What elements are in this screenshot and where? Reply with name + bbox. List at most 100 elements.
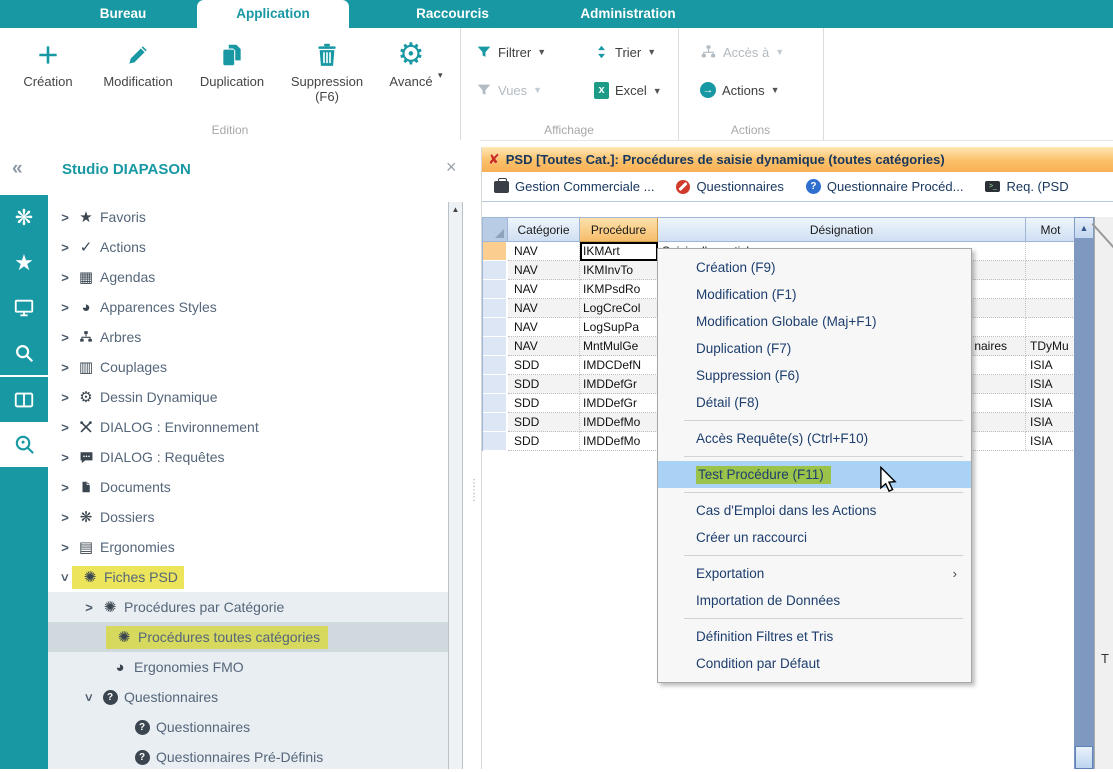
suppression-button[interactable]: Suppression (F6) (278, 34, 376, 104)
menu-item-creation[interactable]: Création (F9) (658, 254, 971, 281)
tree-item-dossiers[interactable]: > ❋ Dossiers (48, 502, 448, 532)
tree-item-fiches-psd[interactable]: > ✺ Fiches PSD (48, 562, 448, 592)
sidebar-collapse-button[interactable]: « (12, 158, 23, 180)
tree-item-questionnaires-group[interactable]: > ? Questionnaires (48, 682, 448, 712)
scroll-up-arrow-icon[interactable]: ▲ (449, 202, 462, 217)
actions-button[interactable]: → Actions ▼ (700, 82, 780, 98)
tab-bureau[interactable]: Bureau (60, 0, 186, 28)
actions-dropdown-caret[interactable]: ▼ (771, 85, 780, 95)
duplication-button[interactable]: Duplication (186, 34, 278, 104)
acces-a-button[interactable]: Accès à ▼ (700, 44, 784, 60)
row-indicator[interactable] (483, 394, 508, 413)
rail-item-monitor[interactable] (0, 285, 48, 330)
chevron-right-icon[interactable]: > (58, 360, 72, 375)
menu-item-modification-globale[interactable]: Modification Globale (Maj+F1) (658, 308, 971, 335)
header-procedure[interactable]: Procédure (580, 218, 658, 242)
chevron-right-icon[interactable]: > (58, 480, 72, 495)
rail-item-pin-search[interactable] (0, 422, 48, 467)
chevron-down-icon[interactable]: > (82, 690, 97, 704)
tab-raccourcis[interactable]: Raccourcis (380, 0, 525, 28)
tree-item-ergonomies[interactable]: > ▤ Ergonomies (48, 532, 448, 562)
menu-item-acces-requetes[interactable]: Accès Requête(s) (Ctrl+F10) (658, 425, 971, 452)
row-indicator[interactable] (483, 356, 508, 375)
rail-item-wheel[interactable]: ❋ (0, 195, 48, 240)
menu-item-creer-raccourci[interactable]: Créer un raccourci (658, 524, 971, 551)
modification-button[interactable]: Modification (90, 34, 186, 104)
excel-button[interactable]: x Excel ▼ (594, 82, 662, 99)
questionnaires-button[interactable]: Questionnaires (676, 179, 783, 194)
chevron-right-icon[interactable]: > (58, 420, 72, 435)
chevron-right-icon[interactable]: > (58, 510, 72, 525)
header-designation[interactable]: Désignation (658, 218, 1026, 242)
chevron-right-icon[interactable]: > (58, 270, 72, 285)
rail-item-favorites[interactable]: ★ (0, 240, 48, 285)
creation-button[interactable]: Création (6, 34, 90, 104)
sidebar-splitter[interactable]: ⋮⋮⋮ (469, 480, 473, 570)
tree-item-procedures-toutes-categories[interactable]: ✺ Procédures toutes catégories (48, 622, 448, 652)
row-indicator[interactable] (483, 242, 508, 261)
grid-vertical-scrollbar[interactable]: ▲ (1074, 217, 1094, 769)
select-all-corner[interactable] (483, 218, 508, 242)
psd-window-titlebar[interactable]: ✘ PSD [Toutes Cat.]: Procédures de saisi… (482, 147, 1113, 173)
row-indicator[interactable] (483, 318, 508, 337)
menu-item-cas-emploi[interactable]: Cas d'Emploi dans les Actions (658, 497, 971, 524)
row-indicator[interactable] (483, 375, 508, 394)
requete-psd-button[interactable]: >_ Req. (PSD (985, 179, 1068, 194)
tree-item-apparences-styles[interactable]: > ◕ Apparences Styles (48, 292, 448, 322)
tree-item-ergonomies-fmo[interactable]: ◕ Ergonomies FMO (48, 652, 448, 682)
scrollbar-thumb[interactable] (1075, 746, 1093, 769)
chevron-right-icon[interactable]: > (58, 390, 72, 405)
chevron-right-icon[interactable]: > (58, 540, 72, 555)
tree-item-dialog-environnement[interactable]: > DIALOG : Environnement (48, 412, 448, 442)
menu-item-detail[interactable]: Détail (F8) (658, 389, 971, 416)
tab-application[interactable]: Application (197, 0, 349, 28)
selected-cell[interactable]: IKMArt (580, 242, 658, 261)
tree-item-documents[interactable]: > Documents (48, 472, 448, 502)
header-mot[interactable]: Mot (1026, 218, 1075, 242)
tree-item-dialog-requetes[interactable]: > DIALOG : Requêtes (48, 442, 448, 472)
chevron-down-icon[interactable]: > (58, 570, 73, 584)
chevron-right-icon[interactable]: > (58, 240, 72, 255)
row-indicator[interactable] (483, 337, 508, 356)
chevron-right-icon[interactable]: > (58, 210, 72, 225)
tab-administration[interactable]: Administration (538, 0, 718, 28)
tree-item-dessin-dynamique[interactable]: > ⚙ Dessin Dynamique (48, 382, 448, 412)
tree-item-questionnaires[interactable]: ? Questionnaires (48, 712, 448, 742)
chevron-right-icon[interactable]: > (58, 450, 72, 465)
chevron-right-icon[interactable]: > (82, 600, 96, 615)
chevron-right-icon[interactable]: > (58, 300, 72, 315)
tree-item-favoris[interactable]: > ★ Favoris (48, 202, 448, 232)
rail-item-columns[interactable] (0, 375, 48, 422)
rail-item-search[interactable] (0, 330, 48, 375)
menu-item-suppression[interactable]: Suppression (F6) (658, 362, 971, 389)
menu-item-definition-filtres[interactable]: Définition Filtres et Tris (658, 623, 971, 650)
filtrer-dropdown-caret[interactable]: ▼ (537, 47, 546, 57)
row-indicator[interactable] (483, 413, 508, 432)
row-indicator[interactable] (483, 299, 508, 318)
tree-item-questionnaires-pre-definis[interactable]: ? Questionnaires Pré-Définis (48, 742, 448, 772)
sidebar-close-button[interactable]: × (446, 157, 457, 178)
avance-dropdown-caret[interactable]: ▾ (438, 70, 443, 81)
header-categorie[interactable]: Catégorie (508, 218, 580, 242)
tree-item-procedures-par-categorie[interactable]: > ✺ Procédures par Catégorie (48, 592, 448, 622)
row-indicator[interactable] (483, 280, 508, 299)
vues-button[interactable]: Vues ▼ (476, 82, 542, 98)
excel-dropdown-caret[interactable]: ▼ (653, 86, 662, 96)
filtrer-button[interactable]: Filtrer ▼ (476, 44, 546, 60)
menu-item-modification[interactable]: Modification (F1) (658, 281, 971, 308)
menu-item-duplication[interactable]: Duplication (F7) (658, 335, 971, 362)
tree-item-arbres[interactable]: > Arbres (48, 322, 448, 352)
gestion-commerciale-button[interactable]: Gestion Commerciale ... (494, 179, 654, 194)
menu-item-test-procedure[interactable]: Test Procédure (F11) (658, 461, 971, 488)
tree-item-agendas[interactable]: > ▦ Agendas (48, 262, 448, 292)
tree-scrollbar[interactable]: ▲ (448, 202, 463, 769)
menu-item-exportation[interactable]: Exportation › (658, 560, 971, 587)
tree-item-actions[interactable]: > ✓ Actions (48, 232, 448, 262)
trier-dropdown-caret[interactable]: ▼ (647, 47, 656, 57)
menu-item-condition-defaut[interactable]: Condition par Défaut (658, 650, 971, 677)
menu-item-importation[interactable]: Importation de Données (658, 587, 971, 614)
row-indicator[interactable] (483, 432, 508, 451)
avance-button[interactable]: ⚙ Avancé (376, 34, 446, 104)
row-indicator[interactable] (483, 261, 508, 280)
trier-button[interactable]: Trier ▼ (594, 44, 656, 60)
